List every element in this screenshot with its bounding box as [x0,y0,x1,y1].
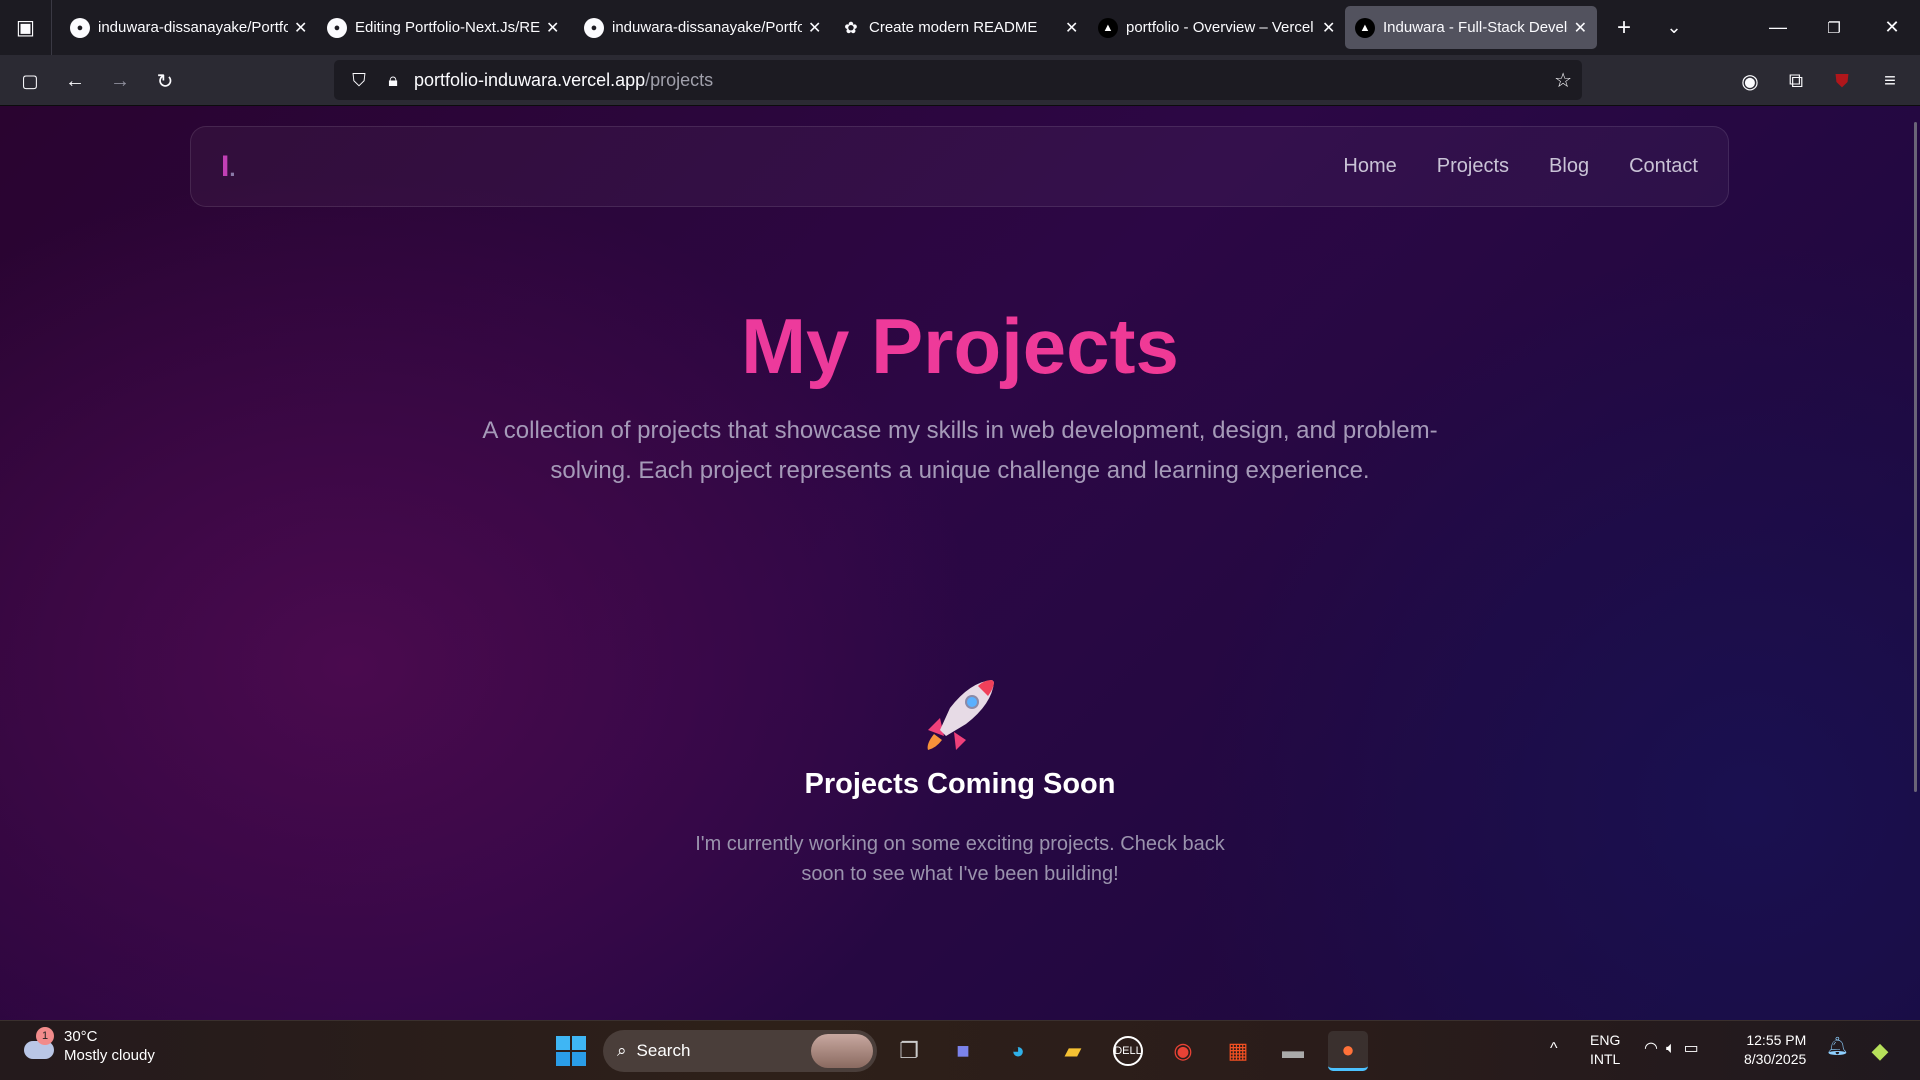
language-indicator[interactable]: ENG INTL [1590,1031,1620,1069]
url-bar[interactable]: ⛉ 🔒︎ portfolio-induwara.vercel.app/proje… [334,60,1582,100]
tab-title: Editing Portfolio-Next.Js/README [355,19,540,36]
empty-state-description: I'm currently working on some exciting p… [695,833,1225,885]
task-view-icon[interactable]: ❐ [889,1031,929,1071]
taskbar-search[interactable]: ⌕ Search [603,1030,877,1072]
bookmark-star-icon[interactable]: ☆ [1554,68,1572,93]
firefox-icon[interactable]: ● [1328,1031,1368,1071]
url-path: /projects [645,69,714,90]
back-button[interactable]: ← [59,65,91,97]
tab-1[interactable]: ● induwara-dissanayake/Portfo ✕ [60,6,317,49]
close-icon[interactable]: ✕ [546,18,559,38]
page-subtitle: A collection of projects that showcase m… [482,417,1438,484]
terminal-icon[interactable]: ▬ [1273,1031,1313,1071]
github-icon: ● [70,17,90,38]
nav-home[interactable]: Home [1343,155,1396,178]
restore-button[interactable]: ❐ [1806,0,1862,55]
taskbar: 1 30°C Mostly cloudy ⌕ Search ❐ ■ ◕ ▰ DEL… [0,1020,1920,1080]
tab-title: induwara-dissanayake/Portfo [98,19,288,36]
search-icon: ⌕ [617,1041,627,1060]
copilot-icon[interactable]: ◆ [1860,1031,1900,1071]
rocket-icon [927,680,994,750]
close-icon[interactable]: ✕ [294,18,307,38]
tab-bar: ▣ ● induwara-dissanayake/Portfo ✕ ● Editing… [0,0,1920,55]
chrome-icon[interactable]: ◉ [1163,1031,1203,1071]
nav-toolbar: ▢ ← → ↻ ⛉ 🔒︎ portfolio-induwara.vercel.a… [0,55,1920,106]
wifi-icon: ◠ [1644,1040,1666,1057]
close-icon[interactable]: ✕ [808,18,821,38]
menu-icon[interactable]: ≡ [1874,65,1906,97]
show-hidden-icons-chevron-icon[interactable]: ^ [1550,1039,1558,1058]
tab-title: portfolio - Overview – Vercel [1126,19,1314,36]
file-explorer-icon[interactable]: ▰ [1053,1031,1093,1071]
page-scrollbar[interactable] [1914,122,1917,792]
edge-icon[interactable]: ◕ [998,1031,1038,1071]
logo-dot: . [229,155,236,181]
url-host: portfolio-induwara.vercel.app [414,69,646,90]
vercel-icon: ▲ [1098,17,1118,38]
search-highlight-image [811,1034,873,1068]
volume-icon: 🔈︎ [1665,1040,1684,1057]
tab-title: Create modern README [869,19,1038,36]
tab-5[interactable]: ▲ portfolio - Overview – Vercel ✕ [1088,6,1345,49]
url-text[interactable]: portfolio-induwara.vercel.app/projects [414,70,713,91]
page-title: My Projects [0,301,1920,392]
tab-overflow-chevron-icon[interactable]: ⌄ [1646,0,1702,55]
lock-icon[interactable]: 🔒︎ [376,70,410,91]
site-logo[interactable]: I. [221,150,235,184]
system-tray-icons[interactable]: ◠🔈︎▭ [1644,1039,1707,1058]
weather-widget[interactable]: 1 30°C Mostly cloudy [22,1027,155,1065]
empty-state-title: Projects Coming Soon [804,768,1116,800]
clock[interactable]: 12:55 PM 8/30/2025 [1744,1031,1806,1069]
tab-list-icon[interactable]: ▣ [0,0,52,55]
language: ENG [1590,1032,1621,1048]
close-icon[interactable]: ✕ [1322,18,1335,38]
tab-2[interactable]: ● Editing Portfolio-Next.Js/README ✕ [317,6,569,49]
tab-title: induwara-dissanayake/Portfo [612,19,802,36]
minimize-button[interactable]: — [1750,0,1806,55]
reload-button[interactable]: ↻ [149,65,181,97]
site-navbar: I. Home Projects Blog Contact [190,126,1729,207]
close-icon[interactable]: ✕ [1574,18,1587,38]
vercel-icon: ▲ [1355,17,1375,38]
nav-links: Home Projects Blog Contact [1343,155,1698,178]
nav-blog[interactable]: Blog [1549,155,1589,178]
keyboard-layout: INTL [1590,1051,1621,1067]
close-icon[interactable]: ✕ [1065,18,1078,38]
ublock-icon[interactable]: ⛊ [1826,65,1858,97]
new-tab-button[interactable]: + [1596,0,1652,55]
cloud-icon: 1 [22,1027,56,1061]
search-label: Search [636,1041,691,1060]
nav-contact[interactable]: Contact [1629,155,1698,178]
forward-button[interactable]: → [104,65,136,97]
shield-icon[interactable]: ⛉ [342,70,376,91]
store-icon[interactable]: ▦ [1218,1031,1258,1071]
dell-icon[interactable]: DELL [1108,1031,1148,1071]
tab-3[interactable]: ● induwara-dissanayake/Portfo ✕ [574,6,831,49]
teams-icon[interactable]: ■ [943,1031,983,1071]
weather-badge: 1 [36,1027,54,1045]
date: 8/30/2025 [1744,1051,1807,1067]
github-icon: ● [584,17,604,38]
tab-6-active[interactable]: ▲ Induwara - Full-Stack Developer ✕ [1345,6,1597,49]
sidebar-icon[interactable]: ▢ [14,65,46,97]
close-window-button[interactable]: ✕ [1864,0,1920,55]
page-content: I. Home Projects Blog Contact My Project… [0,106,1920,1020]
extensions-icon[interactable]: ⧉ [1780,65,1812,97]
windows-start-icon[interactable] [551,1031,591,1071]
time: 12:55 PM [1746,1032,1807,1048]
tab-title: Induwara - Full-Stack Developer [1383,19,1568,36]
weather-condition: Mostly cloudy [64,1047,155,1064]
nav-projects[interactable]: Projects [1437,155,1509,178]
account-icon[interactable]: ◉ [1734,65,1766,97]
notification-bell-icon[interactable]: 🔔︎ [1826,1037,1849,1056]
chatgpt-icon: ✿ [844,19,858,37]
battery-icon: ▭ [1683,1040,1707,1057]
github-icon: ● [327,17,347,38]
tab-4[interactable]: ✿ Create modern README ✕ [831,6,1088,49]
temperature: 30°C [64,1028,98,1045]
